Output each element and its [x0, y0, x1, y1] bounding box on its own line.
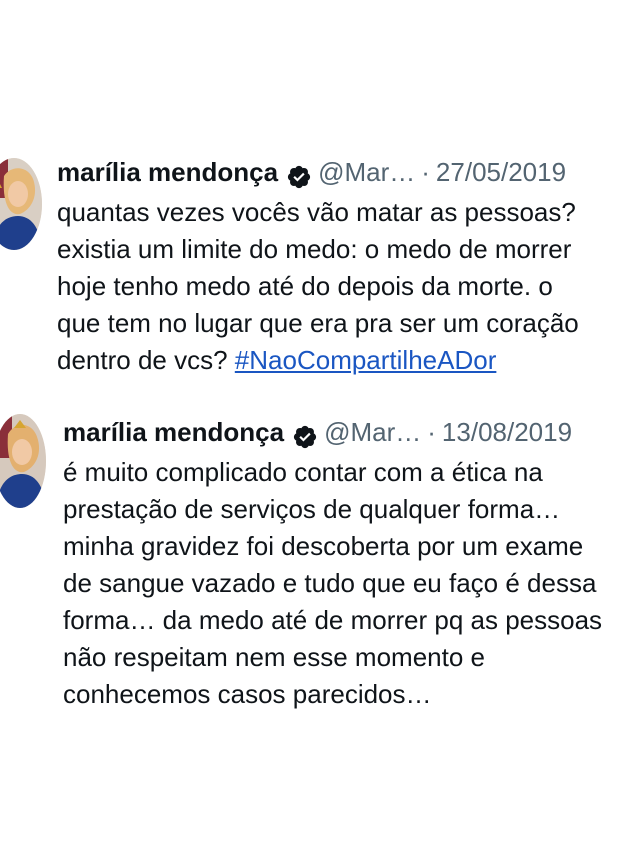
tweet-date[interactable]: 27/05/2019 — [436, 150, 566, 194]
tweet-text-line: existia um limite do medo: o medo de mor… — [57, 234, 572, 264]
tweet-text-line-last: dentro de vcs? #NaoCompartilheADor — [57, 342, 579, 379]
tweet-text-line: forma… da medo até de morrer pq as pesso… — [63, 605, 603, 635]
tweet-text-line: quantas vezes vocês vão matar as pessoas… — [57, 197, 576, 227]
tweet-text-fragment: dentro de vcs? — [57, 345, 228, 375]
display-name[interactable]: marília mendonça — [57, 150, 278, 194]
hashtag-link[interactable]: #NaoCompartilheADor — [235, 345, 497, 375]
tweet-content: marília mendonça @Mar… · 27/05/2019 quan… — [57, 150, 579, 379]
separator: · — [427, 417, 436, 447]
tweet-text: é muito complicado contar com a ética na… — [63, 454, 602, 713]
tweet-content: marília mendonça @Mar… · 13/08/2019 é mu… — [63, 410, 602, 713]
tweet-item[interactable]: marília mendonça @Mar… · 27/05/2019 quan… — [0, 150, 640, 390]
avatar[interactable] — [0, 414, 46, 508]
tweet-date[interactable]: 13/08/2019 — [442, 410, 572, 454]
display-name[interactable]: marília mendonça — [63, 410, 284, 454]
tweet-text-line: conhecemos casos parecidos… — [63, 679, 432, 709]
tweet-text-line: de sangue vazado e tudo que eu faço é de… — [63, 568, 597, 598]
user-handle[interactable]: @Mar… — [324, 410, 421, 454]
tweet-header: marília mendonça @Mar… · 13/08/2019 — [63, 410, 602, 454]
tweet-text: quantas vezes vocês vão matar as pessoas… — [57, 194, 579, 379]
tweet-text-line: minha gravidez foi descoberta por um exa… — [63, 531, 584, 561]
tweet-text-line: não respeitam nem esse momento e — [63, 642, 485, 672]
verified-badge-icon — [286, 159, 312, 189]
tweet-text-line: prestação de serviços de qualquer forma… — [63, 494, 561, 524]
avatar[interactable] — [0, 158, 42, 250]
verified-badge-icon — [292, 419, 318, 449]
tweet-text-line: é muito complicado contar com a ética na — [63, 457, 543, 487]
tweet-text-line: que tem no lugar que era pra ser um cora… — [57, 308, 579, 338]
separator: · — [421, 157, 430, 187]
tweet-text-line: hoje tenho medo até do depois da morte. … — [57, 271, 553, 301]
tweet-item[interactable]: marília mendonça @Mar… · 13/08/2019 é mu… — [0, 410, 640, 730]
user-handle[interactable]: @Mar… — [318, 150, 415, 194]
tweet-header: marília mendonça @Mar… · 27/05/2019 — [57, 150, 579, 194]
